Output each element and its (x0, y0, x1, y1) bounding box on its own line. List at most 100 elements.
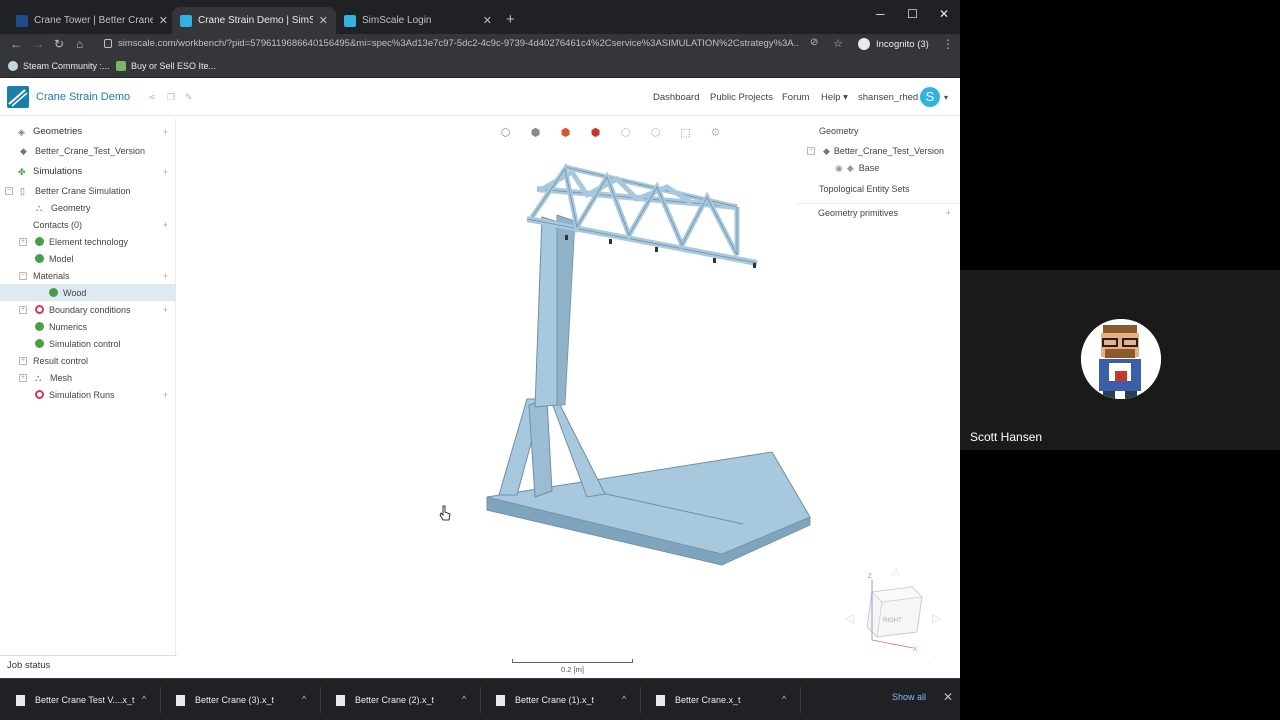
download-options-icon[interactable]: ^ (782, 694, 786, 704)
bookmark-star-icon[interactable]: ☆ (833, 37, 843, 50)
tree-item-simulation-control[interactable]: Simulation control (0, 335, 176, 352)
geometry-panel-header[interactable]: Geometry (797, 122, 960, 140)
avatar[interactable]: S (920, 87, 940, 107)
download-options-icon[interactable]: ^ (462, 694, 466, 704)
tree-simulation-name[interactable]: − ▯ Better Crane Simulation (0, 182, 176, 199)
geometry-primitives[interactable]: Geometry primitives + (797, 203, 960, 221)
download-item[interactable]: Better Crane.x_t (656, 692, 741, 708)
share-icon[interactable]: ⋖ (148, 92, 156, 103)
video-call-tile: Scott Hansen (960, 270, 1280, 450)
bookmark-eso[interactable]: Buy or Sell ESO Ite... (116, 61, 216, 71)
geometry-panel-base[interactable]: ◉ ◆ Base (797, 159, 960, 177)
reload-icon[interactable]: ↻ (54, 37, 64, 51)
check-icon (35, 322, 44, 331)
add-primitive-icon[interactable]: + (946, 208, 951, 218)
tree-geometry-item[interactable]: ◆ Better_Crane_Test_Version (0, 142, 176, 159)
tree-simulations-header[interactable]: ✤ Simulations + (0, 163, 176, 180)
download-item[interactable]: Better Crane Test V....x_t (16, 692, 135, 708)
menu-kebab-icon[interactable]: ⋮ (942, 37, 954, 51)
orientation-cube[interactable]: RIGHT Z X ◁ ▷ △ ▽ ⌂ (837, 562, 947, 657)
geometry-status-icon: ⛬ (36, 202, 43, 213)
back-icon[interactable]: ← (10, 37, 22, 51)
close-window-button[interactable]: ✕ (939, 7, 949, 21)
edit-icon[interactable]: ✎ (185, 92, 193, 103)
rotate-right-icon[interactable]: ▷ (932, 611, 942, 625)
incognito-indicator[interactable]: Incognito (3) (858, 38, 929, 50)
simscale-favicon-icon (180, 14, 192, 27)
tree-item-result-control[interactable]: + Result control (0, 352, 176, 369)
add-simulation-icon[interactable]: + (163, 167, 168, 177)
simscale-logo-icon[interactable] (6, 85, 30, 109)
mesh-icon: ⛬ (35, 372, 42, 383)
nav-help[interactable]: Help ▾ (821, 92, 848, 103)
home-view-icon[interactable]: ⌂ (932, 653, 939, 657)
add-geometry-icon[interactable]: + (163, 127, 168, 137)
tree-item-materials[interactable]: − Materials + (0, 267, 176, 284)
file-icon (336, 694, 345, 706)
incognito-icon (858, 38, 870, 50)
expand-icon[interactable]: + (19, 305, 27, 314)
minimize-button[interactable]: ─ (876, 7, 885, 21)
forward-icon[interactable]: → (32, 37, 44, 51)
visibility-eye-icon[interactable]: ◉ (835, 163, 843, 174)
tab-crane-strain-demo[interactable]: Crane Strain Demo | SimScale W... ✕ (172, 7, 336, 34)
bookmark-steam[interactable]: Steam Community :... (8, 61, 110, 71)
tree-item-model[interactable]: Model (0, 250, 176, 267)
close-downloads-icon[interactable]: ✕ (943, 690, 953, 704)
tree-item-numerics[interactable]: Numerics (0, 318, 176, 335)
nav-dashboard[interactable]: Dashboard (653, 92, 699, 103)
error-icon (35, 390, 44, 399)
account-chevron-icon[interactable]: ▾ (944, 93, 948, 102)
collapse-icon[interactable]: − (19, 271, 27, 280)
topological-entity-sets[interactable]: Topological Entity Sets (797, 180, 960, 198)
download-item[interactable]: Better Crane (1).x_t (496, 692, 594, 708)
add-boundary-condition-icon[interactable]: + (163, 305, 168, 315)
geometry-panel-item[interactable]: − ◆ Better_Crane_Test_Version (797, 142, 960, 160)
tree-item-geometry[interactable]: ⛬ Geometry (0, 199, 176, 216)
download-item[interactable]: Better Crane (2).x_t (336, 692, 434, 708)
file-icon (656, 694, 665, 706)
show-all-downloads-link[interactable]: Show all (892, 692, 926, 702)
camera-blocked-icon[interactable]: ⊘ (810, 37, 818, 48)
tree-item-simulation-runs[interactable]: Simulation Runs + (0, 386, 176, 403)
tree-geometries-header[interactable]: ◈ Geometries + (0, 123, 176, 140)
close-tab-icon[interactable]: ✕ (159, 14, 168, 27)
copy-icon[interactable]: ❐ (167, 92, 175, 103)
tree-item-contacts[interactable]: Contacts (0) + (0, 216, 176, 233)
download-options-icon[interactable]: ^ (302, 694, 306, 704)
rotate-left-icon[interactable]: ◁ (845, 611, 855, 625)
nav-public-projects[interactable]: Public Projects (710, 92, 773, 103)
username[interactable]: shansen_rhed (858, 92, 918, 103)
close-tab-icon[interactable]: ✕ (483, 14, 492, 27)
add-material-icon[interactable]: + (163, 271, 168, 281)
maximize-button[interactable]: ☐ (907, 7, 918, 21)
solid-icon: ◆ (846, 162, 854, 173)
tree-item-boundary-conditions[interactable]: + Boundary conditions + (0, 301, 176, 318)
url-field[interactable]: simscale.com/workbench/?pid=579611968664… (118, 38, 798, 52)
check-icon (35, 254, 44, 263)
expand-icon[interactable]: + (19, 237, 27, 246)
job-status-bar[interactable]: Job status (0, 655, 177, 676)
close-tab-icon[interactable]: ✕ (319, 14, 328, 27)
expand-icon[interactable]: + (19, 373, 27, 382)
new-tab-button[interactable]: + (506, 11, 515, 28)
add-contact-icon[interactable]: + (163, 220, 168, 230)
project-title[interactable]: Crane Strain Demo (36, 91, 130, 103)
tab-simscale-login[interactable]: SimScale Login ✕ (336, 7, 500, 34)
collapse-icon[interactable]: − (807, 147, 815, 155)
add-run-icon[interactable]: + (163, 390, 168, 400)
rotate-up-icon[interactable]: △ (892, 566, 900, 577)
app-header: Crane Strain Demo ⋖ ❐ ✎ Dashboard Public… (0, 80, 960, 116)
tree-item-mesh[interactable]: + ⛬ Mesh (0, 369, 176, 386)
nav-forum[interactable]: Forum (782, 92, 809, 103)
home-icon[interactable]: ⌂ (76, 37, 83, 51)
scale-bar-line (512, 659, 633, 663)
tree-item-element-technology[interactable]: + Element technology (0, 233, 176, 250)
download-options-icon[interactable]: ^ (622, 694, 626, 704)
tab-crane-tower[interactable]: Crane Tower | Better Crane Test V... ✕ (8, 7, 176, 34)
tree-item-wood[interactable]: Wood (0, 284, 176, 301)
download-item[interactable]: Better Crane (3).x_t (176, 692, 274, 708)
collapse-icon[interactable]: − (5, 186, 13, 195)
download-options-icon[interactable]: ^ (142, 694, 146, 704)
expand-icon[interactable]: + (19, 356, 27, 365)
